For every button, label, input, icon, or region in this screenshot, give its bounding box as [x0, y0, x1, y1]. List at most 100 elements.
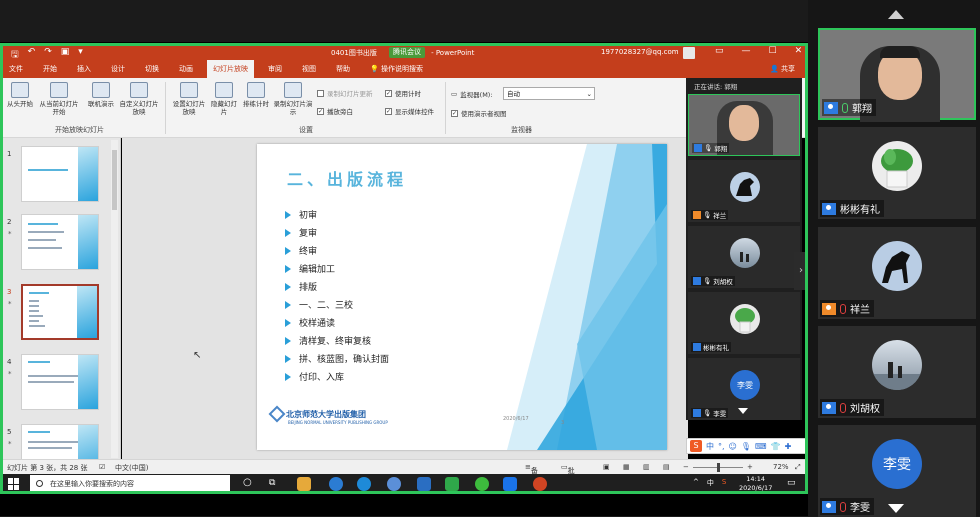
language-indicator[interactable]: 中文(中国) — [115, 463, 148, 473]
chevron-up-icon[interactable]: ^ — [693, 478, 699, 488]
scrollbar-thumb[interactable] — [112, 150, 117, 210]
presenter-view-checkbox[interactable]: ✓ 使用演示者视图 — [451, 108, 507, 118]
notifications-icon[interactable]: ▭ — [787, 478, 796, 488]
system-clock[interactable]: 14:14 2020/6/17 — [739, 475, 772, 493]
share-button[interactable]: 👤 共享 — [770, 64, 795, 74]
monitor-select[interactable]: 自动 ⌄ — [503, 87, 595, 100]
meeting-tile[interactable]: 🎙 郭翔 — [688, 94, 800, 156]
keyboard-icon[interactable]: ⌨ — [755, 442, 767, 451]
browser-icon[interactable] — [387, 477, 401, 491]
tab-insert[interactable]: 插入 — [71, 60, 97, 78]
tab-help[interactable]: 帮助 — [330, 60, 356, 78]
from-beginning-button[interactable]: 从头开始 — [5, 82, 35, 108]
meeting-tile[interactable]: 🎙 祥兰 — [688, 160, 800, 222]
mic-icon[interactable]: 🎙 — [741, 442, 751, 451]
thumbnail-row[interactable]: 3 * — [3, 280, 120, 346]
tab-animations[interactable]: 动画 — [173, 60, 199, 78]
thumbnail-row[interactable]: 1 — [3, 142, 120, 208]
record-slideshow-button[interactable]: 录制幻灯片演示 — [273, 82, 313, 116]
participant-tile[interactable]: 彬彬有礼 — [818, 127, 976, 219]
thumbnail-row[interactable]: 4 * — [3, 350, 120, 416]
toolbox-icon[interactable]: ✚ — [785, 442, 792, 451]
slide-thumbnail-selected[interactable] — [21, 284, 99, 340]
emoji-icon[interactable]: ☺ — [729, 442, 737, 451]
ribbon-divider — [445, 82, 446, 134]
normal-view-icon[interactable]: ▣ — [603, 463, 610, 471]
tab-home[interactable]: 开始 — [37, 60, 63, 78]
chevron-down-icon[interactable] — [738, 408, 748, 414]
participant-tile[interactable]: 刘胡权 — [818, 326, 976, 418]
comments-button[interactable]: ▭ 批注 — [561, 463, 575, 485]
meeting-badge[interactable]: 腾讯会议 — [389, 47, 425, 58]
money-app-icon[interactable] — [445, 477, 459, 491]
tray-lang[interactable]: 中 — [707, 478, 714, 488]
present-online-button[interactable]: 联机演示 — [85, 82, 117, 108]
scroll-up-icon[interactable] — [888, 10, 904, 19]
close-icon[interactable]: ✕ — [795, 46, 803, 56]
tab-file[interactable]: 文件 — [3, 60, 29, 78]
sogou-icon[interactable]: S — [690, 440, 702, 452]
custom-slideshow-button[interactable]: 自定义幻灯片放映 — [119, 82, 159, 116]
zoom-out-icon[interactable]: − — [683, 463, 689, 471]
current-slide[interactable]: 二、出版流程 初审 复审 终审 编辑加工 排版 一、二、三校 校样通读 清样复、… — [257, 144, 667, 450]
slide-thumbnail[interactable] — [21, 214, 99, 270]
slide-thumbnail[interactable] — [21, 354, 99, 410]
tencent-meeting-icon[interactable] — [503, 477, 517, 491]
windows-start-icon[interactable] — [8, 478, 20, 490]
slide-thumbnail[interactable] — [21, 424, 99, 459]
scroll-down-icon[interactable] — [888, 504, 904, 513]
tab-slideshow[interactable]: 幻灯片放映 — [207, 60, 254, 78]
accessibility-icon[interactable]: ☑ — [99, 463, 105, 471]
skin-icon[interactable]: 👕 — [771, 442, 781, 451]
mail-icon[interactable] — [417, 477, 431, 491]
rehearse-timings-button[interactable]: 排练计时 — [241, 82, 271, 108]
meeting-tile[interactable]: 🎙 刘胡权 — [688, 226, 800, 288]
tab-review[interactable]: 审阅 — [262, 60, 288, 78]
play-narration-checkbox[interactable]: ✓ 播放旁白 — [317, 106, 353, 116]
record-update-checkbox[interactable]: 录制幻灯片更新 — [317, 88, 373, 98]
ribbon: 从头开始 从当前幻灯片开始 联机演示 自定义幻灯片放映 开始放映幻灯片 设置幻灯… — [3, 78, 805, 138]
thumbnails-scrollbar[interactable] — [111, 140, 118, 458]
tab-design[interactable]: 设计 — [105, 60, 131, 78]
show-media-controls-checkbox[interactable]: ✓ 显示媒体控件 — [385, 106, 434, 116]
maximize-icon[interactable]: ☐ — [769, 46, 777, 56]
thumbnail-row[interactable]: 2 * — [3, 210, 120, 276]
powerpoint-icon[interactable] — [533, 477, 547, 491]
minimize-icon[interactable]: — — [742, 46, 751, 56]
setup-slideshow-button[interactable]: 设置幻灯片放映 — [171, 82, 207, 116]
task-view-icon[interactable]: ⧉ — [269, 478, 275, 488]
wechat-icon[interactable] — [475, 477, 489, 491]
zoom-in-icon[interactable]: + — [747, 463, 753, 471]
collapse-panel-button[interactable]: › — [794, 252, 808, 290]
sogou-icon[interactable]: S — [722, 478, 726, 488]
zoom-level[interactable]: 72% — [773, 463, 789, 471]
file-explorer-icon[interactable] — [297, 477, 311, 491]
notes-button[interactable]: ≡ 备注 — [525, 463, 538, 485]
slide-thumbnail[interactable] — [21, 146, 99, 202]
ime-lang[interactable]: 中 — [706, 441, 714, 452]
tell-me-search[interactable]: 💡 操作说明搜索 — [364, 60, 429, 78]
punctuation-icon[interactable]: °, — [718, 442, 725, 451]
use-timings-checkbox[interactable]: ✓ 使用计时 — [385, 88, 421, 98]
from-current-button[interactable]: 从当前幻灯片开始 — [37, 82, 81, 116]
slideshow-view-icon[interactable]: ▤ — [663, 463, 670, 471]
tab-transitions[interactable]: 切换 — [139, 60, 165, 78]
fit-slide-icon[interactable]: ⤢ — [795, 463, 801, 472]
ie-icon[interactable] — [357, 477, 371, 491]
taskbar-search-input[interactable]: 在这里输入你要搜索的内容 — [30, 475, 230, 493]
participant-tile[interactable]: 郭翔 — [818, 28, 976, 122]
participant-tile[interactable]: 祥兰 — [818, 227, 976, 319]
ribbon-display-icon[interactable]: ▭ — [715, 46, 724, 56]
hide-slide-button[interactable]: 隐藏幻灯片 — [209, 82, 239, 116]
edge-icon[interactable] — [329, 477, 343, 491]
meeting-tile[interactable]: 彬彬有礼 — [688, 292, 800, 354]
tab-view[interactable]: 视图 — [296, 60, 322, 78]
thumbnail-row[interactable]: 5 * — [3, 420, 120, 459]
zoom-slider-thumb[interactable] — [717, 463, 720, 472]
cortana-icon[interactable]: ○ — [243, 477, 252, 488]
slide-sorter-icon[interactable]: ▦ — [623, 463, 630, 471]
thumbnail-animation-mark: * — [8, 230, 12, 238]
reading-view-icon[interactable]: ▥ — [643, 463, 650, 471]
account-email[interactable]: 1977028327@qq.com — [601, 48, 679, 56]
account-avatar[interactable] — [683, 47, 695, 59]
